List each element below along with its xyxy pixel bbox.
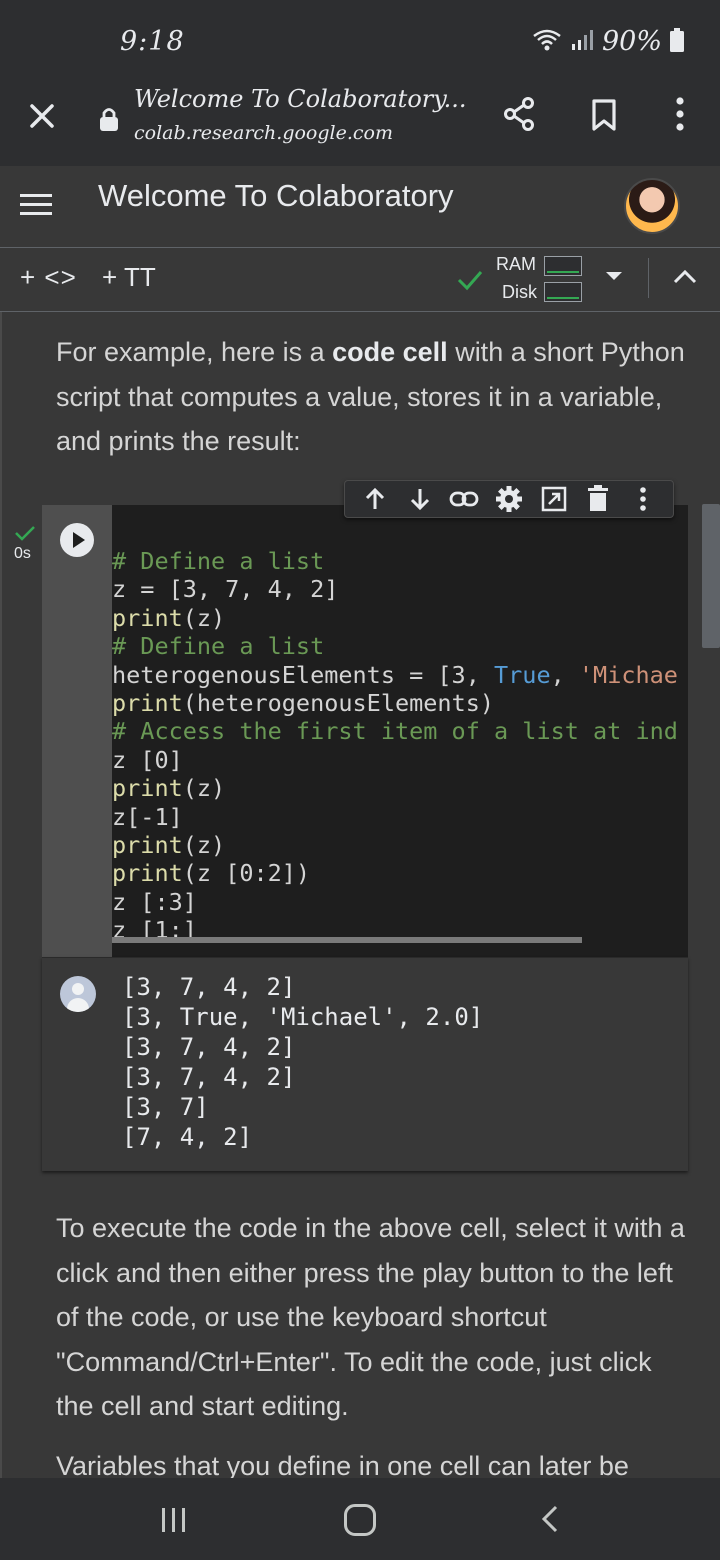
output-line: [3, 7]	[122, 1093, 209, 1121]
code-horizontal-scrollbar[interactable]	[112, 937, 582, 943]
notebook-content[interactable]: For example, here is a code cell with a …	[0, 312, 720, 1478]
browser-address-bar: Welcome To Colaboratory... colab.researc…	[0, 82, 720, 166]
code-line[interactable]: z [0]	[112, 746, 688, 774]
status-icons: 90%	[532, 26, 684, 57]
notebook-toolbar: + <> + TT RAM Disk	[0, 248, 720, 312]
chevron-up-icon[interactable]	[672, 268, 698, 290]
browser-url[interactable]: colab.research.google.com	[134, 122, 393, 144]
intro-bold-text: code cell	[332, 337, 448, 367]
output-line: [3, 7, 4, 2]	[122, 973, 296, 1001]
menu-icon[interactable]	[20, 192, 52, 220]
share-icon[interactable]	[502, 96, 538, 136]
cell-output: [3, 7, 4, 2] [3, True, 'Michael', 2.0] [3,…	[42, 957, 688, 1171]
ram-meter[interactable]	[544, 256, 582, 276]
code-cell[interactable]: # Define a list z = [3, 7, 4, 2] print(z) #…	[42, 505, 688, 1171]
link-icon[interactable]	[449, 484, 479, 514]
code-line[interactable]: z = [3, 7, 4, 2]	[112, 575, 688, 603]
lock-icon	[98, 106, 120, 136]
disk-meter[interactable]	[544, 282, 582, 302]
output-user-icon	[60, 976, 96, 1012]
add-code-button[interactable]: + <>	[20, 262, 77, 293]
code-line[interactable]: print(z [0:2])	[112, 859, 688, 887]
add-text-button[interactable]: + TT	[102, 262, 156, 293]
cell-more-icon[interactable]	[628, 484, 658, 514]
home-icon[interactable]	[344, 1504, 376, 1536]
code-line[interactable]: # Define a list	[112, 632, 688, 660]
toolbar-divider	[648, 258, 649, 298]
notebook-title[interactable]: Welcome To Colaboratory	[98, 178, 454, 214]
status-bar: 9:18 90%	[0, 0, 720, 82]
arrow-up-icon[interactable]	[360, 484, 390, 514]
system-nav-bar	[0, 1478, 720, 1560]
execute-paragraph: To execute the code in the above cell, s…	[56, 1213, 685, 1421]
arrow-down-icon[interactable]	[405, 484, 435, 514]
code-line[interactable]: print(z)	[112, 604, 688, 632]
code-line[interactable]: z[-1]	[112, 803, 688, 831]
gear-icon[interactable]	[494, 484, 524, 514]
code-editor[interactable]: # Define a list z = [3, 7, 4, 2] print(z) #…	[112, 547, 688, 937]
execution-success-icon	[14, 524, 36, 546]
output-line: [3, 7, 4, 2]	[122, 1063, 296, 1091]
back-icon[interactable]	[540, 1504, 560, 1538]
browser-page-title[interactable]: Welcome To Colaboratory...	[134, 85, 467, 113]
run-cell-button[interactable]	[60, 523, 94, 557]
code-line[interactable]: heterogenousElements = [3, True, 'Michae	[112, 661, 688, 689]
trash-icon[interactable]	[583, 484, 613, 514]
battery-percent: 90%	[601, 26, 662, 57]
cell-gutter	[42, 505, 112, 957]
page-scrollbar[interactable]	[702, 504, 720, 648]
mirror-cell-icon[interactable]	[539, 484, 569, 514]
bookmark-icon[interactable]	[590, 98, 618, 136]
code-line[interactable]: print(heterogenousElements)	[112, 689, 688, 717]
connected-check-icon[interactable]	[456, 268, 484, 296]
wifi-icon	[532, 28, 562, 56]
code-line[interactable]: z [:3]	[112, 888, 688, 916]
code-line[interactable]: # Define a list	[112, 547, 688, 575]
output-line: [3, 7, 4, 2]	[122, 1033, 296, 1061]
code-line[interactable]: z [1:]	[112, 916, 688, 937]
code-line[interactable]: print(z)	[112, 774, 688, 802]
more-vert-icon[interactable]	[668, 96, 692, 136]
disk-label: Disk	[502, 282, 537, 302]
output-text: [3, 7, 4, 2] [3, True, 'Michael', 2.0] [3,…	[122, 972, 483, 1152]
notebook-header: Welcome To Colaboratory	[0, 166, 720, 248]
signal-icon	[570, 28, 594, 56]
intro-paragraph: For example, here is a code cell with a …	[56, 330, 686, 464]
status-time: 9:18	[120, 26, 185, 57]
runtime-dropdown-icon[interactable]	[606, 272, 622, 280]
battery-icon	[670, 27, 684, 56]
execution-time: 0s	[14, 545, 31, 562]
code-line[interactable]: # Access the first item of a list at ind	[112, 717, 688, 745]
variables-paragraph: Variables that you define in one cell ca…	[56, 1451, 629, 1478]
code-line[interactable]: print(z)	[112, 831, 688, 859]
ram-label: RAM	[496, 254, 536, 274]
output-line: [3, True, 'Michael', 2.0]	[122, 1003, 484, 1031]
intro-text: For example, here is a	[56, 337, 333, 367]
recent-apps-icon[interactable]	[160, 1506, 188, 1538]
close-tab-icon[interactable]	[26, 100, 58, 132]
user-avatar[interactable]	[624, 178, 680, 234]
output-line: [7, 4, 2]	[122, 1123, 253, 1151]
cell-toolbar	[344, 480, 674, 518]
